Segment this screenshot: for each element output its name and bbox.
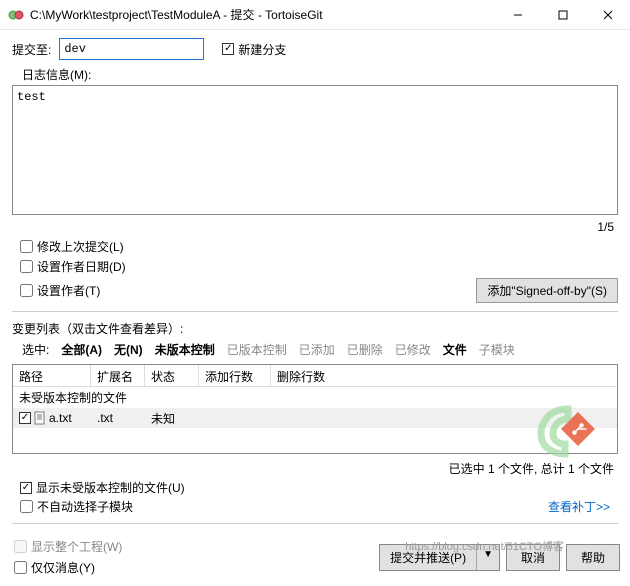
checkbox-icon bbox=[222, 43, 234, 55]
filter-row: 选中: 全部(A) 无(N) 未版本控制 已版本控制 已添加 已删除 已修改 文… bbox=[22, 341, 618, 358]
col-path[interactable]: 路径 bbox=[13, 365, 91, 386]
group-unversioned-files: 未受版本控制的文件 bbox=[13, 387, 617, 408]
commit-push-dropdown-arrow[interactable]: ▼ bbox=[477, 545, 499, 570]
show-whole-project-checkbox[interactable]: 显示整个工程(W) bbox=[14, 538, 122, 555]
view-patch-link[interactable]: 查看补丁>> bbox=[548, 498, 610, 515]
row-checkbox-icon[interactable] bbox=[19, 412, 31, 424]
filter-none[interactable]: 无(N) bbox=[114, 341, 143, 358]
divider bbox=[12, 523, 618, 524]
set-author-checkbox[interactable]: 设置作者(T) bbox=[20, 282, 100, 299]
filter-added[interactable]: 已添加 bbox=[299, 341, 335, 358]
col-ext[interactable]: 扩展名 bbox=[91, 365, 145, 386]
table-row[interactable]: a.txt .txt 未知 bbox=[13, 408, 617, 428]
checkbox-icon bbox=[20, 240, 33, 253]
filter-modified[interactable]: 已修改 bbox=[395, 341, 431, 358]
set-author-date-checkbox[interactable]: 设置作者日期(D) bbox=[20, 258, 126, 275]
file-ext: .txt bbox=[91, 409, 145, 427]
checkbox-icon bbox=[20, 482, 32, 494]
selection-status: 已选中 1 个文件, 总计 1 个文件 bbox=[12, 460, 614, 477]
maximize-button[interactable] bbox=[540, 0, 585, 30]
app-icon bbox=[8, 7, 24, 23]
footer: 显示整个工程(W) 仅仅消息(Y) 提交并推送(P) ▼ 取消 帮助 bbox=[0, 532, 630, 586]
col-deleted-lines[interactable]: 删除行数 bbox=[271, 365, 617, 386]
commit-push-split-button[interactable]: 提交并推送(P) ▼ bbox=[379, 544, 500, 571]
set-author-label: 设置作者(T) bbox=[37, 282, 100, 299]
file-name: a.txt bbox=[49, 411, 72, 425]
show-unversioned-label: 显示未受版本控制的文件(U) bbox=[36, 479, 185, 496]
file-icon bbox=[33, 411, 47, 425]
filter-submodules[interactable]: 子模块 bbox=[479, 341, 515, 358]
checkbox-icon bbox=[20, 500, 33, 513]
new-branch-label: 新建分支 bbox=[238, 41, 286, 58]
no-auto-select-submodule-checkbox[interactable]: 不自动选择子模块 bbox=[20, 498, 133, 515]
checkbox-icon bbox=[20, 284, 33, 297]
divider bbox=[12, 311, 618, 312]
char-counter: 1/5 bbox=[12, 220, 614, 234]
commit-message-textarea[interactable] bbox=[12, 85, 618, 215]
col-added-lines[interactable]: 添加行数 bbox=[199, 365, 271, 386]
filter-unversioned[interactable]: 未版本控制 bbox=[155, 341, 215, 358]
filter-versioned[interactable]: 已版本控制 bbox=[227, 341, 287, 358]
commit-to-label: 提交至: bbox=[12, 41, 51, 58]
changes-table[interactable]: 路径 扩展名 状态 添加行数 删除行数 未受版本控制的文件 a.txt .txt… bbox=[12, 364, 618, 454]
set-author-date-label: 设置作者日期(D) bbox=[37, 258, 126, 275]
table-header: 路径 扩展名 状态 添加行数 删除行数 bbox=[13, 365, 617, 387]
no-auto-select-submod-label: 不自动选择子模块 bbox=[37, 498, 133, 515]
window-controls bbox=[495, 0, 630, 30]
amend-label: 修改上次提交(L) bbox=[37, 238, 124, 255]
commit-branch-input[interactable] bbox=[59, 38, 204, 60]
filter-deleted[interactable]: 已删除 bbox=[347, 341, 383, 358]
show-unversioned-checkbox[interactable]: 显示未受版本控制的文件(U) bbox=[20, 479, 185, 496]
window-title: C:\MyWork\testproject\TestModuleA - 提交 -… bbox=[30, 6, 495, 23]
changes-section-label: 变更列表（双击文件查看差异）: bbox=[12, 320, 618, 337]
filter-files[interactable]: 文件 bbox=[443, 341, 467, 358]
log-message-label: 日志信息(M): bbox=[22, 66, 618, 83]
select-label: 选中: bbox=[22, 341, 49, 358]
help-button[interactable]: 帮助 bbox=[566, 544, 620, 571]
commit-to-row: 提交至: 新建分支 bbox=[12, 38, 618, 60]
amend-last-commit-checkbox[interactable]: 修改上次提交(L) bbox=[20, 238, 124, 255]
cancel-button[interactable]: 取消 bbox=[506, 544, 560, 571]
new-branch-checkbox[interactable]: 新建分支 bbox=[222, 41, 286, 58]
titlebar: C:\MyWork\testproject\TestModuleA - 提交 -… bbox=[0, 0, 630, 30]
filter-all[interactable]: 全部(A) bbox=[61, 341, 102, 358]
checkbox-icon bbox=[20, 260, 33, 273]
commit-push-button[interactable]: 提交并推送(P) bbox=[380, 545, 477, 570]
signed-off-by-button[interactable]: 添加"Signed-off-by"(S) bbox=[476, 278, 618, 303]
file-status: 未知 bbox=[145, 408, 199, 429]
show-whole-project-label: 显示整个工程(W) bbox=[31, 538, 122, 555]
minimize-button[interactable] bbox=[495, 0, 540, 30]
close-button[interactable] bbox=[585, 0, 630, 30]
col-status[interactable]: 状态 bbox=[145, 365, 199, 386]
checkbox-icon bbox=[14, 540, 27, 553]
dialog-content: 提交至: 新建分支 日志信息(M): 1/5 修改上次提交(L) 设置作者日期(… bbox=[0, 30, 630, 524]
